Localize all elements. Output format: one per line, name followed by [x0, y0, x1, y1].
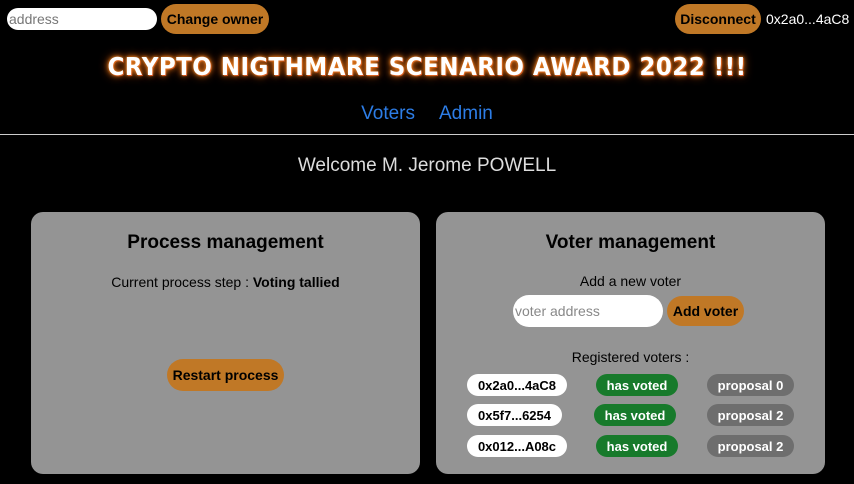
nav-divider — [0, 134, 854, 135]
connected-account: 0x2a0...4aC8 — [766, 11, 850, 27]
voter-address: 0x012...A08c — [467, 435, 567, 457]
change-owner-button[interactable]: Change owner — [161, 4, 269, 34]
voter-row: 0x5f7...6254 has voted proposal 2 — [436, 404, 825, 428]
process-step-label: Current process step : — [111, 274, 249, 290]
voter-proposal-badge: proposal 0 — [707, 374, 794, 396]
voter-heading: Voter management — [545, 232, 716, 253]
voter-status-badge: has voted — [596, 374, 678, 396]
voter-address-input[interactable] — [513, 295, 663, 327]
nav-voters-link[interactable]: Voters — [361, 103, 415, 125]
process-heading: Process management — [127, 232, 324, 253]
add-voter-button[interactable]: Add voter — [667, 296, 744, 326]
voter-address: 0x5f7...6254 — [467, 404, 562, 426]
disconnect-button[interactable]: Disconnect — [675, 4, 761, 34]
voter-row: 0x2a0...4aC8 has voted proposal 0 — [436, 374, 825, 398]
welcome-message: Welcome M. Jerome POWELL — [297, 155, 557, 176]
process-management-panel: Process management Current process step … — [31, 212, 420, 474]
restart-process-button[interactable]: Restart process — [167, 359, 284, 391]
process-step-value: Voting tallied — [252, 274, 340, 290]
voter-address: 0x2a0...4aC8 — [467, 374, 567, 396]
voter-status-badge: has voted — [596, 435, 678, 457]
main-nav: Voters Admin — [0, 103, 854, 125]
voter-management-panel: Voter management Add a new voter Add vot… — [436, 212, 825, 474]
nav-admin-link[interactable]: Admin — [439, 103, 493, 125]
voter-row: 0x012...A08c has voted proposal 2 — [436, 435, 825, 459]
owner-address-input[interactable] — [7, 8, 157, 30]
process-step-line: Current process step : Voting tallied — [31, 274, 420, 290]
voter-proposal-badge: proposal 2 — [707, 404, 794, 426]
add-voter-label: Add a new voter — [579, 273, 682, 289]
registered-voters-label: Registered voters : — [571, 349, 690, 365]
voter-proposal-badge: proposal 2 — [707, 435, 794, 457]
voter-status-badge: has voted — [594, 404, 676, 426]
page-title: CRYPTO NIGTHMARE SCENARIO AWARD 2022 !!! — [107, 52, 747, 81]
